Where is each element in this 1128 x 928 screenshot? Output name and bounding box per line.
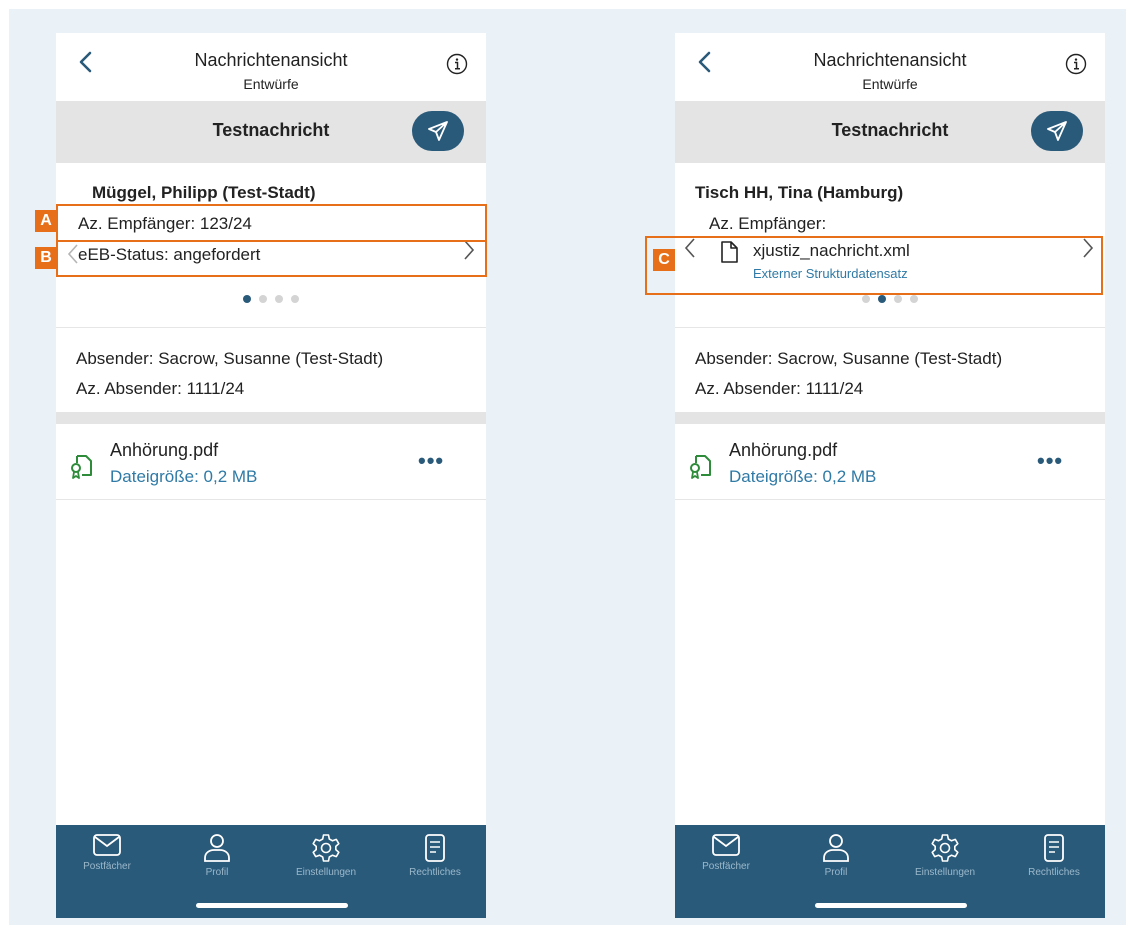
- sender-section: Absender: Sacrow, Susanne (Test-Stadt) A…: [675, 328, 1105, 412]
- tab-bar: Postfächer Profil Einstellungen Rechtlic…: [56, 825, 486, 918]
- send-button[interactable]: [412, 111, 464, 151]
- sender-section: Absender: Sacrow, Susanne (Test-Stadt) A…: [56, 328, 486, 412]
- more-options-button[interactable]: •••: [1037, 448, 1063, 474]
- tab-postfaecher[interactable]: Postfächer: [67, 833, 147, 872]
- nav-header: Nachrichtenansicht Entwürfe: [56, 33, 486, 101]
- document-icon: [1044, 834, 1064, 862]
- highlight-box-a: [56, 204, 487, 242]
- page-dot[interactable]: [291, 295, 299, 303]
- mail-icon: [712, 834, 740, 856]
- tab-label: Einstellungen: [295, 867, 357, 878]
- page-subtitle: Entwürfe: [862, 76, 918, 92]
- page-dot[interactable]: [275, 295, 283, 303]
- tab-postfaecher[interactable]: Postfächer: [686, 833, 766, 872]
- tab-label: Profil: [824, 867, 848, 878]
- page-dot[interactable]: [910, 295, 918, 303]
- gear-icon: [312, 834, 340, 862]
- marker-b: B: [35, 247, 57, 269]
- page-dot[interactable]: [259, 295, 267, 303]
- page-dot[interactable]: [862, 295, 870, 303]
- more-options-button[interactable]: •••: [418, 448, 444, 474]
- tab-label: Rechtliches: [409, 867, 461, 878]
- attachment-row[interactable]: Anhörung.pdf Dateigröße: 0,2 MB •••: [56, 424, 486, 500]
- sender-name: Absender: Sacrow, Susanne (Test-Stadt): [695, 349, 1003, 368]
- info-icon: [1065, 53, 1087, 75]
- subject-bar: Testnachricht: [56, 101, 486, 163]
- page-dot[interactable]: [878, 295, 886, 303]
- marker-c: C: [653, 249, 675, 271]
- sender-name: Absender: Sacrow, Susanne (Test-Stadt): [76, 349, 384, 368]
- info-button[interactable]: [1065, 53, 1087, 75]
- home-indicator: [815, 903, 967, 908]
- section-divider: [56, 412, 486, 424]
- tab-label: Rechtliches: [1028, 867, 1080, 878]
- carousel-pagination: [56, 295, 486, 303]
- person-icon: [823, 834, 849, 862]
- info-icon: [446, 53, 468, 75]
- sender-reference: Az. Absender: 1111/24: [695, 379, 864, 398]
- signed-document-icon: [689, 451, 713, 481]
- recipient-name: Müggel, Philipp (Test-Stadt): [92, 183, 316, 202]
- sender-reference: Az. Absender: 1111/24: [76, 379, 245, 398]
- mail-icon: [93, 834, 121, 856]
- attachment-name: Anhörung.pdf: [110, 440, 219, 460]
- page-subtitle: Entwürfe: [243, 76, 299, 92]
- paper-plane-icon: [428, 121, 448, 141]
- tab-einstellungen[interactable]: Einstellungen: [286, 833, 366, 878]
- attachment-size: Dateigröße: 0,2 MB: [729, 467, 877, 486]
- tab-label: Postfächer: [702, 861, 750, 872]
- marker-a: A: [35, 210, 57, 232]
- attachment-name: Anhörung.pdf: [729, 440, 838, 460]
- document-icon: [425, 834, 445, 862]
- page-dot[interactable]: [243, 295, 251, 303]
- tab-bar: Postfächer Profil Einstellungen Rechtlic…: [675, 825, 1105, 918]
- recipient-name: Tisch HH, Tina (Hamburg): [695, 183, 904, 202]
- tab-label: Einstellungen: [914, 867, 976, 878]
- paper-plane-icon: [1047, 121, 1067, 141]
- attachment-row[interactable]: Anhörung.pdf Dateigröße: 0,2 MB •••: [675, 424, 1105, 500]
- highlight-box-b: [56, 240, 487, 277]
- page-title: Nachrichtenansicht: [813, 50, 967, 70]
- tab-label: Postfächer: [83, 861, 131, 872]
- send-button[interactable]: [1031, 111, 1083, 151]
- tab-profil[interactable]: Profil: [177, 833, 257, 878]
- phone-screen-right: Nachrichtenansicht Entwürfe Testnachrich…: [675, 33, 1105, 918]
- subject-bar: Testnachricht: [675, 101, 1105, 163]
- tab-einstellungen[interactable]: Einstellungen: [905, 833, 985, 878]
- tab-profil[interactable]: Profil: [796, 833, 876, 878]
- section-divider: [675, 412, 1105, 424]
- info-button[interactable]: [446, 53, 468, 75]
- tab-rechtliches[interactable]: Rechtliches: [395, 833, 475, 878]
- gear-icon: [931, 834, 959, 862]
- carousel-pagination: [675, 295, 1105, 303]
- page-title: Nachrichtenansicht: [194, 50, 348, 70]
- tab-label: Profil: [205, 867, 229, 878]
- phone-screen-left: Nachrichtenansicht Entwürfe Testnachrich…: [56, 33, 486, 918]
- attachment-size: Dateigröße: 0,2 MB: [110, 467, 258, 486]
- nav-header: Nachrichtenansicht Entwürfe: [675, 33, 1105, 101]
- home-indicator: [196, 903, 348, 908]
- highlight-box-c: [645, 236, 1103, 295]
- tab-rechtliches[interactable]: Rechtliches: [1014, 833, 1094, 878]
- signed-document-icon: [70, 451, 94, 481]
- person-icon: [204, 834, 230, 862]
- page-dot[interactable]: [894, 295, 902, 303]
- recipient-reference: Az. Empfänger:: [709, 214, 827, 233]
